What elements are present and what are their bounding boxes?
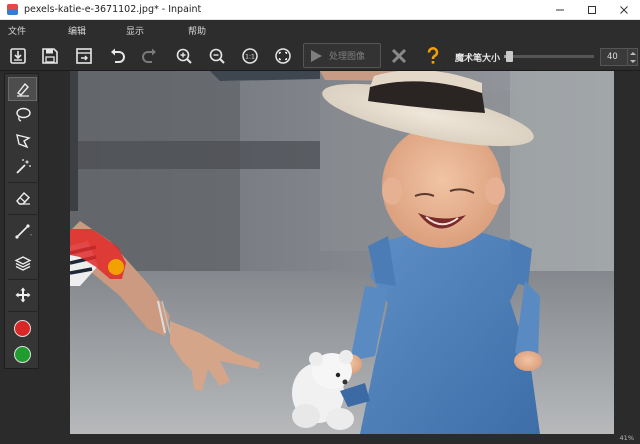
save-icon — [41, 47, 58, 64]
image-canvas[interactable] — [70, 71, 614, 434]
tool-separator — [8, 214, 37, 215]
menu-edit[interactable]: 编辑 — [60, 24, 94, 37]
tool-lasso[interactable] — [8, 103, 37, 127]
app-logo-icon — [7, 4, 18, 15]
cancel-button[interactable] — [386, 43, 411, 68]
menu-help[interactable]: 帮助 — [180, 24, 214, 37]
wand-size-value[interactable]: 40 — [607, 52, 625, 62]
menu-file[interactable]: 文件 — [0, 24, 34, 37]
main-toolbar: 1:1 处理图像 魔术笔大小 — [0, 40, 640, 71]
save-as-icon — [75, 47, 92, 64]
move-icon — [15, 287, 30, 303]
wand-size-slider[interactable] — [504, 51, 594, 62]
window-title: pexels-katie-e-3671102.jpg* - Inpaint — [24, 4, 202, 15]
open-file-icon — [9, 47, 26, 64]
green-color-swatch — [14, 345, 31, 363]
close-x-icon — [391, 48, 406, 63]
save-as-button[interactable] — [71, 43, 96, 68]
undo-icon — [110, 48, 125, 63]
zoom-in-button[interactable] — [171, 43, 196, 68]
eraser-icon — [15, 192, 30, 205]
line-icon — [14, 224, 32, 239]
tool-layers[interactable] — [8, 251, 37, 275]
tool-panel — [4, 73, 39, 369]
wand-size-spinbox[interactable]: 40 — [600, 48, 638, 66]
minimize-icon — [556, 9, 564, 11]
process-image-label: 处理图像 — [329, 52, 366, 62]
minimize-button[interactable] — [544, 0, 576, 20]
tool-move[interactable] — [8, 283, 37, 307]
layers-icon — [14, 256, 31, 271]
remove-color-button[interactable] — [8, 316, 37, 340]
maximize-button[interactable] — [576, 0, 608, 20]
actual-size-button[interactable]: 1:1 — [237, 43, 262, 68]
open-button[interactable] — [5, 43, 30, 68]
fit-window-button[interactable] — [270, 43, 295, 68]
title-bar[interactable]: pexels-katie-e-3671102.jpg* - Inpaint — [0, 0, 640, 20]
undo-button[interactable] — [104, 43, 129, 68]
red-color-swatch — [14, 319, 31, 337]
inpaint-window: pexels-katie-e-3671102.jpg* - Inpaint 文件… — [0, 0, 640, 444]
tool-guide-lines[interactable] — [8, 219, 37, 243]
svg-text:1:1: 1:1 — [245, 53, 255, 60]
spin-up-icon[interactable] — [629, 51, 636, 55]
play-icon — [311, 49, 322, 62]
process-image-button[interactable]: 处理图像 — [303, 43, 381, 68]
question-icon — [427, 46, 438, 64]
status-bar: 41% — [0, 434, 640, 444]
tool-magic-wand[interactable] — [8, 155, 37, 179]
tool-separator — [8, 311, 37, 312]
lasso-icon — [15, 107, 31, 122]
menu-view[interactable]: 显示 — [118, 24, 152, 37]
photo-image — [70, 71, 614, 434]
tool-eraser[interactable] — [8, 186, 37, 210]
slider-handle[interactable] — [505, 51, 513, 62]
zoom-out-button[interactable] — [204, 43, 229, 68]
spin-down-icon[interactable] — [629, 59, 636, 63]
save-button[interactable] — [37, 43, 62, 68]
redo-button[interactable] — [137, 43, 162, 68]
spin-arrows[interactable] — [627, 49, 637, 65]
window-controls — [544, 0, 640, 20]
tool-polygonal-lasso[interactable] — [8, 129, 37, 153]
close-icon — [620, 6, 628, 14]
maximize-icon — [588, 6, 596, 14]
zoom-in-icon — [176, 48, 192, 64]
tool-separator — [8, 279, 37, 280]
redo-icon — [141, 48, 156, 63]
fit-window-icon — [274, 47, 291, 64]
zoom-out-icon — [209, 48, 225, 64]
polygon-lasso-icon — [15, 134, 31, 149]
zoom-level: 41% — [619, 434, 634, 442]
wand-size-label: 魔术笔大小 — [455, 54, 501, 64]
tool-separator — [8, 182, 37, 183]
tool-marker[interactable] — [8, 77, 37, 101]
menu-bar: 文件 编辑 显示 帮助 — [0, 20, 640, 40]
keep-color-button[interactable] — [8, 342, 37, 366]
marker-icon — [16, 82, 29, 97]
magic-wand-icon — [15, 159, 31, 174]
help-button[interactable] — [420, 43, 445, 68]
close-window-button[interactable] — [608, 0, 640, 20]
actual-size-icon: 1:1 — [241, 47, 258, 64]
